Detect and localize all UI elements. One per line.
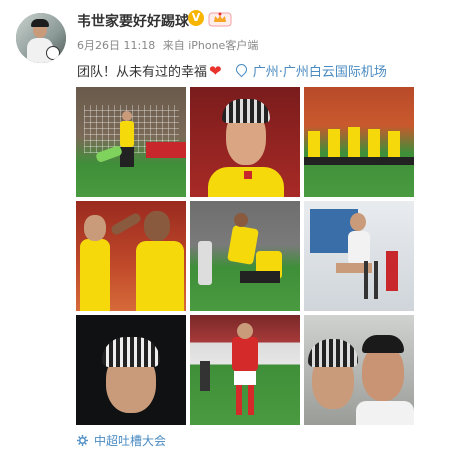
location-link[interactable]: 广州·广州白云国际机场 xyxy=(233,61,387,80)
photo-5[interactable] xyxy=(190,201,300,311)
weibo-post-card: 韦世家要好好踢球 V 6月26日 11:18 来自 iPhone客户端 团队！从… xyxy=(0,0,465,457)
verified-icon: V xyxy=(188,10,204,26)
photo-2[interactable] xyxy=(190,87,300,197)
photo-7[interactable] xyxy=(76,315,186,425)
photo-8[interactable] xyxy=(190,315,300,425)
photo-1[interactable] xyxy=(76,87,186,197)
post-text: 团队！从未有过的幸福 xyxy=(77,65,208,80)
heart-emoji-icon: ❤ xyxy=(209,62,222,80)
topic-link[interactable]: 中超吐槽大会 xyxy=(77,432,166,449)
post-content: 团队！从未有过的幸福 ❤ 广州·广州白云国际机场 xyxy=(77,61,387,80)
user-avatar[interactable] xyxy=(16,13,66,63)
topic-text: 中超吐槽大会 xyxy=(94,434,167,448)
post-date[interactable]: 6月26日 11:18 xyxy=(77,39,155,52)
location-text: 广州·广州白云国际机场 xyxy=(252,65,387,80)
photo-4[interactable] xyxy=(76,201,186,311)
vip-crown-icon[interactable] xyxy=(208,10,232,27)
post-meta: 6月26日 11:18 来自 iPhone客户端 xyxy=(77,37,262,53)
post-source: 来自 iPhone客户端 xyxy=(162,39,259,52)
photo-6[interactable] xyxy=(304,201,414,311)
photo-9[interactable] xyxy=(304,315,414,425)
topic-gear-icon xyxy=(77,435,88,446)
post-username[interactable]: 韦世家要好好踢球 xyxy=(77,11,189,31)
location-pin-icon xyxy=(233,61,250,78)
photo-3[interactable] xyxy=(304,87,414,197)
